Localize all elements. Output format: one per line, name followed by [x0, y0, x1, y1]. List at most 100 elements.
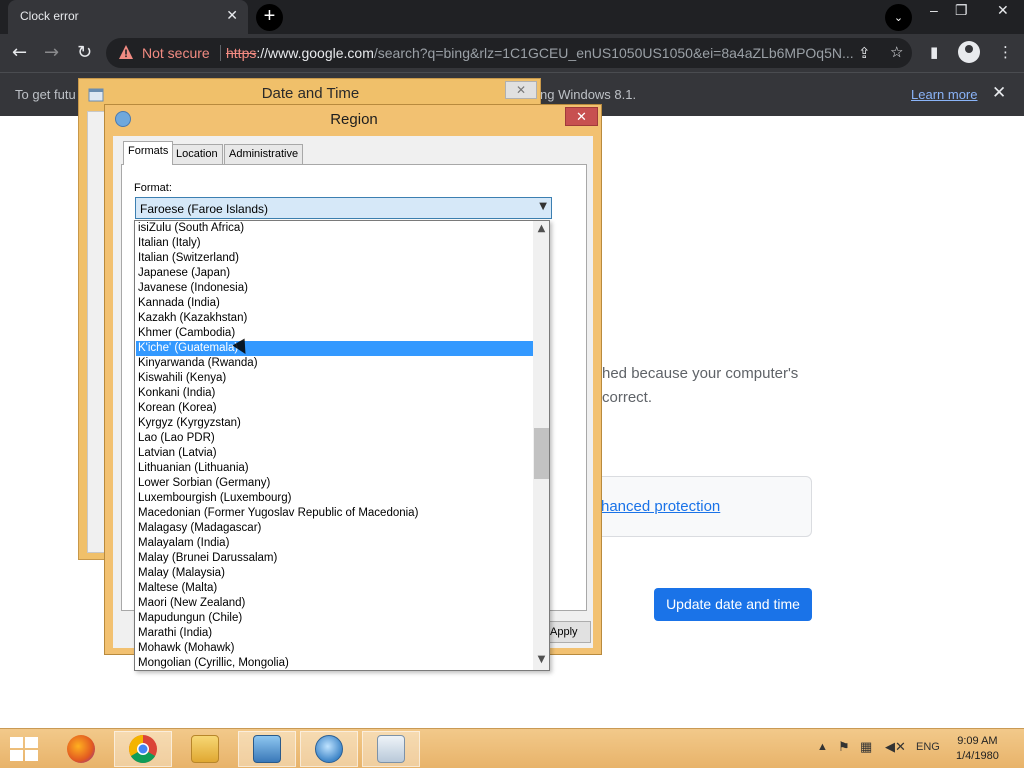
dropdown-item[interactable]: Latvian (Latvia) — [136, 446, 533, 461]
learn-more-link[interactable]: Learn more — [911, 87, 977, 102]
dropdown-items: isiZulu (South Africa) Italian (Italy) Ita… — [136, 221, 533, 670]
reload-icon[interactable]: ↻ — [77, 42, 92, 63]
side-panel-icon[interactable]: ▮ — [930, 43, 938, 61]
scroll-down-icon[interactable]: ▼ — [533, 654, 549, 665]
tab-administrative[interactable]: Administrative — [224, 144, 304, 165]
language-indicator[interactable]: ENG — [916, 741, 940, 753]
dropdown-item[interactable]: Kazakh (Kazakhstan) — [136, 311, 533, 326]
show-hidden-icons-icon[interactable]: ▲ — [817, 741, 828, 753]
date-time-title: Date and Time — [261, 85, 360, 102]
scrollbar-thumb[interactable] — [534, 428, 549, 479]
dropdown-item[interactable]: Khmer (Cambodia) — [136, 326, 533, 341]
chrome-icon — [129, 735, 157, 763]
dropdown-item[interactable]: Kinyarwanda (Rwanda) — [136, 356, 533, 371]
dropdown-item[interactable]: K'iche' (Guatemala) — [136, 341, 533, 356]
dropdown-item[interactable]: Macedonian (Former Yugoslav Republic of … — [136, 506, 533, 521]
dropdown-item[interactable]: isiZulu (South Africa) — [136, 221, 533, 236]
restore-icon[interactable]: ❐ — [955, 2, 968, 19]
forward-icon[interactable]: → — [44, 42, 59, 63]
window-close-icon[interactable]: ✕ — [997, 2, 1009, 19]
dropdown-item[interactable]: Mongolian (Cyrillic, Mongolia) — [136, 656, 533, 670]
dropdown-item[interactable]: Korean (Korea) — [136, 401, 533, 416]
dropdown-item[interactable]: Luxembourgish (Luxembourg) — [136, 491, 533, 506]
tab-close-icon[interactable]: ✕ — [226, 7, 238, 24]
dropdown-item[interactable]: Mohawk (Mohawk) — [136, 641, 533, 656]
apply-button[interactable]: Apply — [543, 621, 591, 643]
format-select[interactable]: Faroese (Faroe Islands) ▼ — [135, 197, 552, 219]
info-text-left: To get futu — [15, 87, 76, 102]
update-date-time-button[interactable]: Update date and time — [654, 588, 812, 621]
dropdown-item[interactable]: Malayalam (India) — [136, 536, 533, 551]
back-icon[interactable]: ← — [12, 42, 27, 63]
taskbar-chrome[interactable] — [114, 731, 172, 767]
not-secure-label[interactable]: Not secure — [142, 45, 210, 61]
dropdown-item[interactable]: Maltese (Malta) — [136, 581, 533, 596]
profile-avatar-icon[interactable] — [958, 41, 980, 63]
tab-title: Clock error — [20, 9, 79, 23]
dropdown-item[interactable]: Marathi (India) — [136, 626, 533, 641]
format-dropdown-list[interactable]: isiZulu (South Africa) Italian (Italy) Ita… — [134, 220, 550, 671]
dropdown-item[interactable]: Italian (Switzerland) — [136, 251, 533, 266]
format-label: Format: — [134, 182, 172, 194]
date-time-icon — [315, 735, 343, 763]
address-bar[interactable]: Not secure https://www.google.com/search… — [106, 38, 912, 68]
format-selected-value: Faroese (Faroe Islands) — [140, 202, 269, 216]
chrome-menu-icon[interactable]: ⋮ — [998, 43, 1013, 61]
dropdown-item[interactable]: Malay (Malaysia) — [136, 566, 533, 581]
clock-date: 1/4/1980 — [956, 750, 999, 762]
taskbar-date-time[interactable] — [300, 731, 358, 767]
dropdown-item[interactable]: Kiswahili (Kenya) — [136, 371, 533, 386]
warning-icon[interactable] — [118, 44, 134, 60]
file-explorer-icon — [191, 735, 219, 763]
tab-strip: Clock error ✕ + ⌄ – ❐ ✕ — [0, 0, 1024, 34]
dropdown-item[interactable]: Malagasy (Madagascar) — [136, 521, 533, 536]
taskbar-firefox[interactable] — [52, 731, 110, 767]
dropdown-item[interactable]: Italian (Italy) — [136, 236, 533, 251]
dropdown-scrollbar[interactable]: ▲ ▼ — [533, 221, 549, 670]
bookmark-star-icon[interactable]: ☆ — [890, 43, 903, 61]
region-close-button[interactable]: ✕ — [565, 107, 598, 126]
browser-tab[interactable]: Clock error ✕ — [8, 0, 248, 34]
info-text-right: ng Windows 8.1. — [540, 87, 637, 102]
dropdown-item[interactable]: Kannada (India) — [136, 296, 533, 311]
url-scheme: https — [226, 45, 257, 61]
taskbar-region[interactable] — [362, 731, 420, 767]
system-clock[interactable]: 9:09 AM 1/4/1980 — [956, 734, 999, 764]
tab-search-icon[interactable]: ⌄ — [885, 4, 912, 31]
dropdown-item[interactable]: Maori (New Zealand) — [136, 596, 533, 611]
date-time-close-button[interactable]: ✕ — [505, 81, 537, 99]
start-button[interactable] — [10, 737, 38, 761]
url-text[interactable]: https://www.google.com/search?q=bing&rlz… — [226, 45, 854, 61]
taskbar-control-panel[interactable] — [238, 731, 296, 767]
clock-time: 9:09 AM — [957, 735, 998, 747]
dropdown-item[interactable]: Japanese (Japan) — [136, 266, 533, 281]
windows-taskbar: ▲ ⚑ ▦ ◀✕ ENG 9:09 AM 1/4/1980 — [0, 728, 1024, 768]
dropdown-item[interactable]: Lithuanian (Lithuania) — [136, 461, 533, 476]
browser-toolbar: ← → ↻ Not secure https://www.google.com/… — [0, 34, 1024, 72]
start-logo-pane — [10, 750, 23, 761]
url-host: ://www.google.com — [256, 45, 374, 61]
tab-formats[interactable]: Formats — [123, 141, 174, 165]
volume-muted-icon[interactable]: ◀✕ — [885, 739, 906, 755]
taskbar-file-explorer[interactable] — [176, 731, 234, 767]
action-center-flag-icon[interactable]: ⚑ — [838, 739, 850, 755]
dropdown-item[interactable]: Kyrgyz (Kyrgyzstan) — [136, 416, 533, 431]
tab-location[interactable]: Location — [171, 144, 223, 165]
network-icon[interactable]: ▦ — [860, 739, 872, 755]
dropdown-item[interactable]: Konkani (India) — [136, 386, 533, 401]
dropdown-item[interactable]: Javanese (Indonesia) — [136, 281, 533, 296]
scroll-up-icon[interactable]: ▲ — [533, 223, 549, 234]
dropdown-item[interactable]: Malay (Brunei Darussalam) — [136, 551, 533, 566]
dropdown-item[interactable]: Mapudungun (Chile) — [136, 611, 533, 626]
url-path: /search?q=bing&rlz=1C1GCEU_enUS1050US105… — [373, 45, 854, 61]
minimize-icon[interactable]: – — [930, 2, 938, 18]
dropdown-item[interactable]: Lower Sorbian (Germany) — [136, 476, 533, 491]
error-message-line2: correct. — [602, 389, 653, 406]
control-panel-icon — [253, 735, 281, 763]
enhanced-protection-link[interactable]: hanced protection — [601, 498, 720, 515]
new-tab-button[interactable]: + — [256, 4, 283, 31]
chevron-down-icon[interactable]: ▼ — [539, 201, 547, 212]
share-icon[interactable]: ⇪ — [858, 44, 871, 62]
dropdown-item[interactable]: Lao (Lao PDR) — [136, 431, 533, 446]
infobar-close-icon[interactable]: ✕ — [992, 83, 1006, 103]
